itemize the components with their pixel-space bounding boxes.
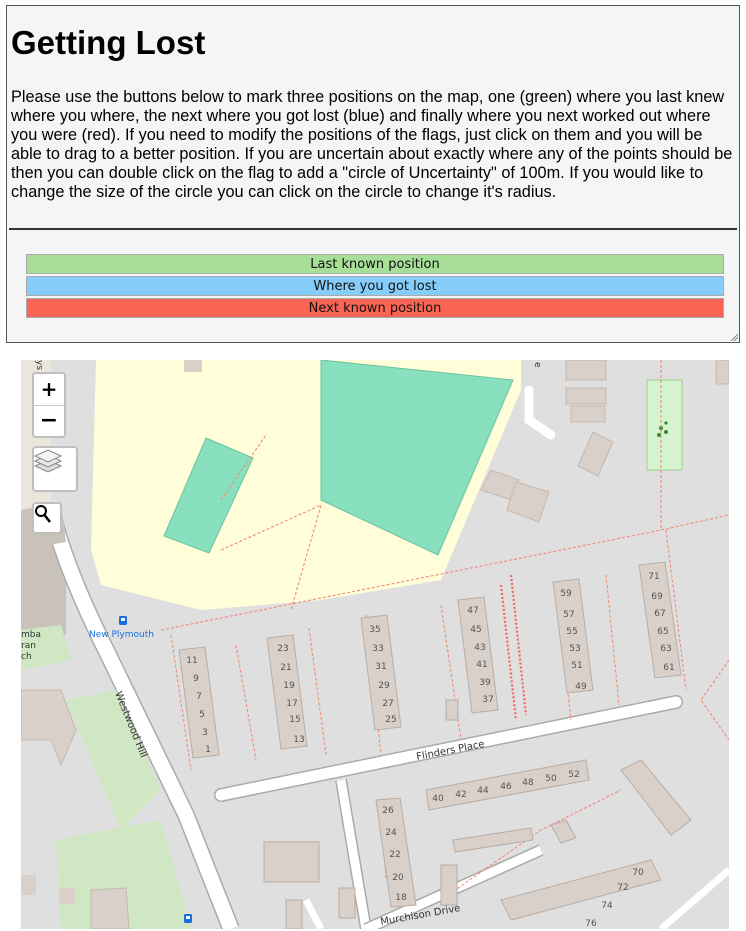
house-number-label: 24 — [385, 828, 397, 838]
house-number-label: 45 — [470, 625, 481, 635]
house-number-label: 65 — [657, 627, 668, 637]
where-you-got-lost-button[interactable]: Where you got lost — [26, 276, 724, 296]
house-number-label: 43 — [474, 643, 485, 653]
bus-stop-icon — [119, 616, 127, 625]
page-title: Getting Lost — [11, 24, 206, 61]
house-number-label: 18 — [395, 893, 407, 903]
house-number-label: 35 — [369, 625, 380, 635]
house-number-label: 31 — [375, 662, 386, 672]
house-number-label: 44 — [477, 786, 489, 796]
house-number-label: 63 — [660, 644, 671, 654]
house-number-label: 67 — [654, 609, 665, 619]
house-number-label: 26 — [382, 806, 394, 816]
house-number-label: 1 — [205, 745, 211, 755]
house-number-label: 42 — [455, 790, 466, 800]
divider — [9, 228, 737, 230]
layers-button[interactable] — [32, 446, 78, 492]
instructions-text: Please use the buttons below to mark thr… — [11, 88, 733, 201]
partial-label-2: ran — [21, 641, 36, 651]
house-number-label: 17 — [286, 699, 297, 709]
house-number-label: 71 — [648, 572, 659, 582]
house-number-label: 74 — [601, 901, 613, 911]
map-view[interactable]: 11 9 7 5 3 1 23 21 19 17 15 13 35 33 31 29 27 25 47 45 43… — [21, 360, 729, 929]
house-number-label: 13 — [293, 735, 304, 745]
house-number-label: 70 — [632, 868, 644, 878]
last-known-position-button[interactable]: Last known position — [26, 254, 724, 274]
map-tiles: 1197531 232119171513 353331292725 474543… — [21, 360, 729, 929]
zoom-out-icon[interactable]: − — [34, 406, 64, 437]
partial-e-label: e — [532, 362, 542, 368]
house-number-label: 69 — [651, 592, 663, 602]
house-number-label: 61 — [663, 663, 674, 673]
search-icon — [35, 505, 51, 523]
house-number-label: 52 — [568, 770, 579, 780]
house-number-label: 47 — [467, 606, 478, 616]
zoom-in-icon[interactable]: + — [34, 374, 64, 406]
house-number-label: 53 — [569, 644, 580, 654]
zoom-control: + − — [32, 372, 66, 438]
house-number-label: 72 — [617, 883, 628, 893]
house-number-label: 33 — [372, 644, 383, 654]
partial-label-3: ch — [21, 652, 32, 662]
house-number-label: 7 — [196, 692, 202, 702]
house-number-label: 37 — [482, 695, 493, 705]
house-number-label: 9 — [193, 674, 199, 684]
house-number-label: 59 — [560, 589, 572, 599]
house-number-label: 55 — [566, 627, 577, 637]
partial-top-label: ys — [34, 360, 44, 370]
house-number-label: 57 — [563, 610, 574, 620]
resize-grip-icon[interactable] — [730, 333, 738, 341]
house-number-label: 40 — [432, 794, 444, 804]
house-number-label: 48 — [522, 778, 534, 788]
house-number-label: 23 — [277, 644, 288, 654]
house-number-label: 51 — [571, 661, 582, 671]
next-known-position-button[interactable]: Next known position — [26, 298, 724, 318]
layers-icon — [34, 449, 62, 473]
house-number-label: 19 — [283, 681, 295, 691]
house-number-label: 3 — [202, 728, 208, 738]
house-number-label: 76 — [585, 919, 597, 929]
house-number-label: 50 — [545, 774, 557, 784]
house-number-label: 22 — [389, 850, 400, 860]
partial-label-1: mba — [21, 630, 41, 640]
house-number-label: 5 — [199, 710, 205, 720]
instructions-panel: Getting Lost Please use the buttons belo… — [6, 5, 740, 343]
house-number-label: 46 — [500, 782, 512, 792]
house-number-label: 25 — [385, 715, 396, 725]
new-plymouth-label: New Plymouth — [89, 630, 154, 640]
house-number-label: 39 — [479, 678, 491, 688]
house-number-label: 29 — [378, 681, 390, 691]
house-number-label: 41 — [476, 660, 487, 670]
search-button[interactable] — [32, 502, 62, 534]
house-number-label: 49 — [575, 682, 587, 692]
house-number-label: 27 — [382, 699, 393, 709]
house-number-label: 21 — [280, 663, 291, 673]
bus-stop-icon — [184, 914, 192, 923]
house-number-label: 20 — [392, 873, 404, 883]
house-number-label: 15 — [289, 715, 300, 725]
house-number-label: 11 — [186, 656, 197, 666]
